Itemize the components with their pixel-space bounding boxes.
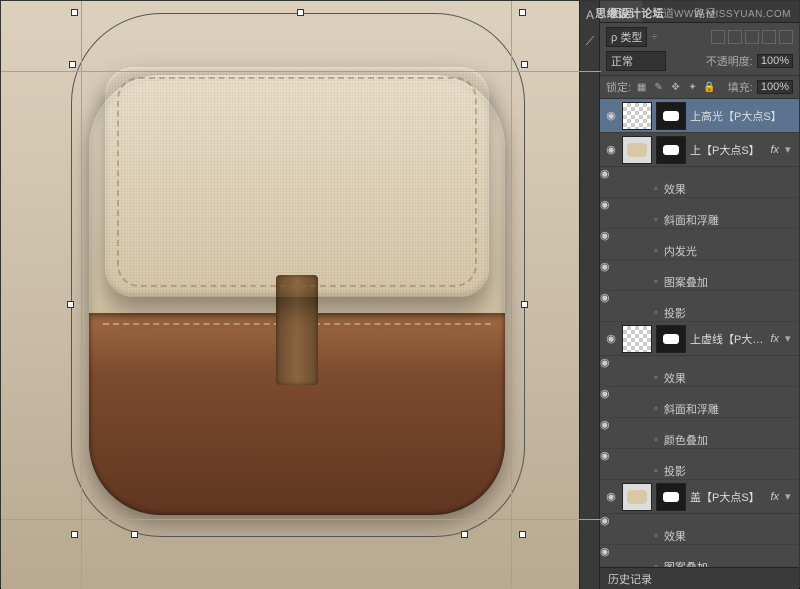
- chevron-down-icon[interactable]: ▾: [785, 143, 795, 156]
- lock-artboard-icon[interactable]: ✦: [686, 81, 699, 94]
- effect-item[interactable]: ◦效果: [600, 369, 799, 387]
- filter-shape-icon[interactable]: [762, 30, 776, 44]
- visibility-toggle-icon[interactable]: ◉: [604, 490, 618, 503]
- app-frame: 思缘设计论坛 WWW.MISSYUAN.COM A: [0, 0, 800, 588]
- layer-row[interactable]: ◉ 上高光【P大点S】: [600, 99, 799, 133]
- visibility-toggle-icon[interactable]: ◉: [604, 332, 618, 345]
- layer-row[interactable]: ◉ 盖【P大点S】 fx ▾: [600, 480, 799, 514]
- blend-mode-select[interactable]: 正常: [606, 51, 666, 71]
- path-tool-icon[interactable]: ⟋: [582, 33, 598, 49]
- opacity-label: 不透明度:: [706, 53, 753, 69]
- guide-vertical[interactable]: [81, 1, 82, 589]
- effect-item[interactable]: ◦内发光: [600, 242, 799, 260]
- layer-thumbnail[interactable]: [622, 483, 652, 511]
- collapsed-toolbar: A ⟋: [579, 1, 601, 589]
- lock-transparency-icon[interactable]: ▦: [635, 81, 648, 94]
- history-label: 历史记录: [608, 571, 652, 587]
- layer-mask-thumbnail[interactable]: [656, 483, 686, 511]
- effect-item[interactable]: ◦效果: [600, 527, 799, 545]
- filter-pixel-icon[interactable]: [711, 30, 725, 44]
- watermark-en: WWW.MISSYUAN.COM: [674, 9, 791, 20]
- layer-thumbnail[interactable]: [622, 102, 652, 130]
- anchor-point[interactable]: [69, 61, 76, 68]
- chevron-down-icon[interactable]: ▾: [785, 332, 795, 345]
- visibility-toggle-icon[interactable]: ◉: [604, 143, 618, 156]
- effect-item[interactable]: ◦图案叠加: [600, 558, 799, 567]
- effect-item[interactable]: ◦图案叠加: [600, 273, 799, 291]
- lock-pixels-icon[interactable]: ✎: [652, 81, 665, 94]
- guide-horizontal[interactable]: [1, 71, 601, 72]
- filter-type-select[interactable]: ρ 类型: [606, 27, 647, 47]
- fx-badge[interactable]: fx: [770, 144, 779, 156]
- filter-icons[interactable]: [711, 30, 793, 44]
- effect-item[interactable]: ◦颜色叠加: [600, 431, 799, 449]
- anchor-point[interactable]: [519, 9, 526, 16]
- layers-panel: 图层 通道 路径 ρ 类型 ÷ 正常 不透明度: 100%: [599, 1, 799, 589]
- filter-type-icon[interactable]: [745, 30, 759, 44]
- vector-path-outline[interactable]: [71, 13, 525, 537]
- document-canvas[interactable]: [1, 1, 601, 589]
- layer-name[interactable]: 上高光【P大点S】: [690, 108, 795, 124]
- filter-smart-icon[interactable]: [779, 30, 793, 44]
- layer-mask-thumbnail[interactable]: [656, 102, 686, 130]
- lock-position-icon[interactable]: ✥: [669, 81, 682, 94]
- anchor-point[interactable]: [131, 531, 138, 538]
- layer-options: ρ 类型 ÷ 正常 不透明度: 100%: [600, 23, 799, 76]
- fx-badge[interactable]: fx: [770, 491, 779, 503]
- anchor-point[interactable]: [521, 301, 528, 308]
- filter-adjust-icon[interactable]: [728, 30, 742, 44]
- effect-item[interactable]: ◦斜面和浮雕: [600, 400, 799, 418]
- layer-mask-thumbnail[interactable]: [656, 325, 686, 353]
- anchor-point[interactable]: [521, 61, 528, 68]
- layer-mask-thumbnail[interactable]: [656, 136, 686, 164]
- chevron-down-icon[interactable]: ▾: [785, 490, 795, 503]
- fill-label: 填充:: [728, 79, 753, 95]
- layer-name[interactable]: 盖【P大点S】: [690, 489, 766, 505]
- opacity-value[interactable]: 100%: [757, 54, 793, 68]
- layer-row[interactable]: ◉ 上虚线【P大点... fx ▾: [600, 322, 799, 356]
- history-panel-tab[interactable]: 历史记录: [600, 567, 799, 589]
- layer-row[interactable]: ◉ 上【P大点S】 fx ▾: [600, 133, 799, 167]
- layer-thumbnail[interactable]: [622, 325, 652, 353]
- lock-row: 锁定: ▦ ✎ ✥ ✦ 🔒 填充: 100%: [600, 76, 799, 99]
- anchor-point[interactable]: [71, 9, 78, 16]
- fx-badge[interactable]: fx: [770, 333, 779, 345]
- layer-name[interactable]: 上虚线【P大点...: [690, 331, 766, 347]
- layers-list[interactable]: ◉ 上高光【P大点S】 ◉ 上【P大点S】 fx ▾ ◉◦效果 ◉◦斜面和浮雕 …: [600, 99, 799, 567]
- lock-all-icon[interactable]: 🔒: [703, 81, 716, 94]
- effect-item[interactable]: ◦投影: [600, 304, 799, 322]
- guide-vertical[interactable]: [511, 1, 512, 589]
- anchor-point[interactable]: [67, 301, 74, 308]
- guide-horizontal[interactable]: [1, 519, 601, 520]
- fill-value[interactable]: 100%: [757, 80, 793, 94]
- layer-name[interactable]: 上【P大点S】: [690, 142, 766, 158]
- lock-label: 锁定:: [606, 79, 631, 95]
- anchor-point[interactable]: [297, 9, 304, 16]
- layer-thumbnail[interactable]: [622, 136, 652, 164]
- effect-item[interactable]: ◦斜面和浮雕: [600, 211, 799, 229]
- anchor-point[interactable]: [519, 531, 526, 538]
- watermark: 思缘设计论坛 WWW.MISSYUAN.COM: [595, 5, 791, 21]
- anchor-point[interactable]: [71, 531, 78, 538]
- watermark-cn: 思缘设计论坛: [595, 8, 664, 20]
- effect-item[interactable]: ◦投影: [600, 462, 799, 480]
- anchor-point[interactable]: [461, 531, 468, 538]
- effect-item[interactable]: ◦效果: [600, 180, 799, 198]
- visibility-toggle-icon[interactable]: ◉: [604, 109, 618, 122]
